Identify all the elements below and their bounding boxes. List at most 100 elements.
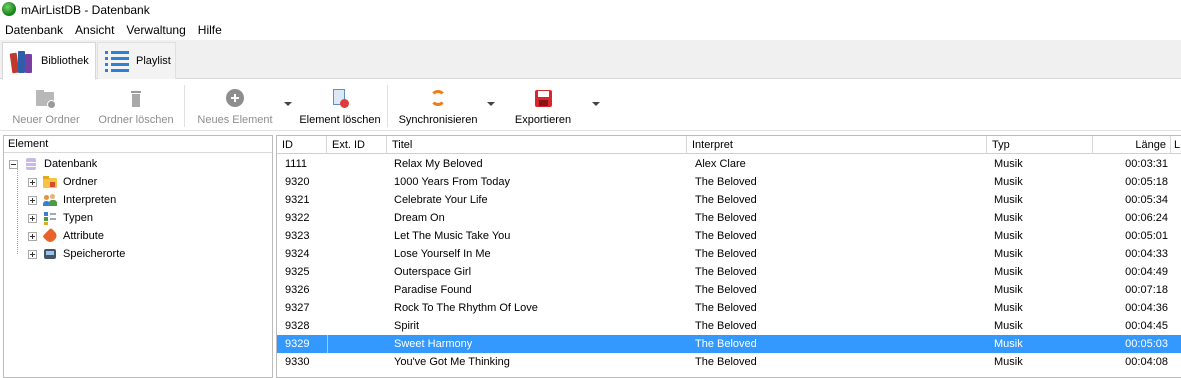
playlist-icon <box>104 48 130 74</box>
new-folder-button[interactable]: Neuer Ordner <box>8 88 84 128</box>
table-row[interactable]: 9323 Let The Music Take You The Beloved Mus… <box>277 227 1181 245</box>
cell-id: 9321 <box>285 194 310 206</box>
cell-type: Musik <box>994 266 1023 278</box>
tab-playlist-label: Playlist <box>136 55 171 67</box>
menu-hilfe[interactable]: Hilfe <box>193 21 229 40</box>
cell-artist: The Beloved <box>695 356 757 368</box>
synchronize-label: Synchronisieren <box>398 114 478 126</box>
cell-artist: The Beloved <box>695 176 757 188</box>
table-row[interactable]: 9324 Lose Yourself In Me The Beloved Musik 0… <box>277 245 1181 263</box>
cell-artist: The Beloved <box>695 266 757 278</box>
document-delete-icon <box>329 88 351 110</box>
tab-playlist[interactable]: Playlist <box>97 42 176 79</box>
cell-length: 00:07:18 <box>1125 284 1168 296</box>
table-row[interactable]: 9330 You've Got Me Thinking The Beloved Mus… <box>277 353 1181 371</box>
cell-id: 9327 <box>285 302 310 314</box>
table-row[interactable]: 9329 Sweet Harmony The Beloved Musik 00:05:0… <box>277 335 1181 353</box>
folder-icon <box>43 175 57 189</box>
expand-icon[interactable] <box>28 213 37 223</box>
cell-artist: The Beloved <box>695 302 757 314</box>
menu-datenbank[interactable]: Datenbank <box>0 21 70 40</box>
delete-folder-label: Ordner löschen <box>98 114 174 126</box>
tree-item-datenbank[interactable]: Datenbank <box>9 155 97 173</box>
column-header-type[interactable]: Typ <box>987 136 1093 154</box>
column-header-ext-id[interactable]: Ext. ID <box>327 136 387 154</box>
column-header-length[interactable]: Länge <box>1093 136 1171 154</box>
cell-id: 9320 <box>285 176 310 188</box>
export-dropdown-icon[interactable] <box>592 102 600 106</box>
tree-item-label: Attribute <box>63 230 104 242</box>
synchronize-button[interactable]: Synchronisieren <box>396 88 480 128</box>
menu-ansicht[interactable]: Ansicht <box>70 21 121 40</box>
cell-title: Relax My Beloved <box>394 158 483 170</box>
table-row[interactable]: 9328 Spirit The Beloved Musik 00:04:45 <box>277 317 1181 335</box>
menu-verwaltung[interactable]: Verwaltung <box>121 21 192 40</box>
new-element-button[interactable]: Neues Element <box>196 88 274 128</box>
ribbon-tabs: Bibliothek Playlist <box>0 40 1181 80</box>
cell-length: 00:03:31 <box>1125 158 1168 170</box>
cell-artist: The Beloved <box>695 194 757 206</box>
table-row[interactable]: 1111 Relax My Beloved Alex Clare Musik 00:03… <box>277 155 1181 173</box>
tree-item-label: Interpreten <box>63 194 117 206</box>
expand-icon[interactable] <box>28 231 37 241</box>
cell-artist: Alex Clare <box>695 158 746 170</box>
cell-title: Celebrate Your Life <box>394 194 488 206</box>
tree-item-typen[interactable]: Typen <box>28 209 93 227</box>
cell-id: 9326 <box>285 284 310 296</box>
expand-icon[interactable] <box>28 249 37 259</box>
export-button[interactable]: Exportieren <box>508 88 578 128</box>
tree-item-label: Datenbank <box>44 158 98 170</box>
new-element-dropdown-icon[interactable] <box>284 102 292 106</box>
synchronize-dropdown-icon[interactable] <box>487 102 495 106</box>
column-header-title[interactable]: Titel <box>387 136 687 154</box>
cell-length: 00:05:18 <box>1125 176 1168 188</box>
cell-title: Sweet Harmony <box>394 338 473 350</box>
element-table: ID Ext. ID Titel Interpret Typ Länge L 1… <box>276 135 1181 378</box>
table-row[interactable]: 9322 Dream On The Beloved Musik 00:06:24 <box>277 209 1181 227</box>
table-row[interactable]: 9325 Outerspace Girl The Beloved Musik 00:04… <box>277 263 1181 281</box>
cell-id: 9329 <box>285 338 310 350</box>
cell-length: 00:05:34 <box>1125 194 1168 206</box>
cell-type: Musik <box>994 230 1023 242</box>
cell-id: 1111 <box>285 158 308 170</box>
tree-item-label: Typen <box>63 212 93 224</box>
expand-icon[interactable] <box>28 195 37 205</box>
books-icon <box>9 48 35 74</box>
collapse-icon[interactable] <box>9 159 18 169</box>
cell-length: 00:06:24 <box>1125 212 1168 224</box>
table-row[interactable]: 9321 Celebrate Your Life The Beloved Musik 0… <box>277 191 1181 209</box>
table-row[interactable]: 9320 1000 Years From Today The Beloved Musi… <box>277 173 1181 191</box>
expand-icon[interactable] <box>28 177 37 187</box>
tree-item-interpreten[interactable]: Interpreten <box>28 191 116 209</box>
cell-id: 9324 <box>285 248 310 260</box>
delete-element-button[interactable]: Element löschen <box>298 88 382 128</box>
column-header-id[interactable]: ID <box>277 136 327 154</box>
cell-length: 00:04:08 <box>1125 356 1168 368</box>
tab-bibliothek[interactable]: Bibliothek <box>2 42 96 80</box>
table-row[interactable]: 9327 Rock To The Rhythm Of Love The Belove… <box>277 299 1181 317</box>
column-header-artist[interactable]: Interpret <box>687 136 987 154</box>
delete-folder-button[interactable]: Ordner löschen <box>96 88 176 128</box>
cell-title: Rock To The Rhythm Of Love <box>394 302 538 314</box>
cell-length: 00:04:49 <box>1125 266 1168 278</box>
title-bar: mAirListDB - Datenbank <box>0 0 1181 20</box>
selection-divider <box>327 335 328 353</box>
cell-id: 9328 <box>285 320 310 332</box>
cell-length: 00:04:45 <box>1125 320 1168 332</box>
tree-item-attribute[interactable]: Attribute <box>28 227 104 245</box>
sync-icon <box>427 88 449 110</box>
cell-type: Musik <box>994 284 1023 296</box>
cell-artist: The Beloved <box>695 320 757 332</box>
cell-artist: The Beloved <box>695 338 757 350</box>
cell-type: Musik <box>994 320 1023 332</box>
cell-artist: The Beloved <box>695 248 757 260</box>
cell-type: Musik <box>994 356 1023 368</box>
tree-panel: Element Datenbank Ordner Interpreten Typ… <box>3 135 273 378</box>
cell-length: 00:05:03 <box>1125 338 1168 350</box>
cell-type: Musik <box>994 158 1023 170</box>
tree-item-speicherorte[interactable]: Speicherorte <box>28 245 125 263</box>
cell-id: 9323 <box>285 230 310 242</box>
table-row[interactable]: 9326 Paradise Found The Beloved Musik 00:07:… <box>277 281 1181 299</box>
tree-item-ordner[interactable]: Ordner <box>28 173 97 191</box>
column-header-more[interactable]: L <box>1171 136 1181 154</box>
